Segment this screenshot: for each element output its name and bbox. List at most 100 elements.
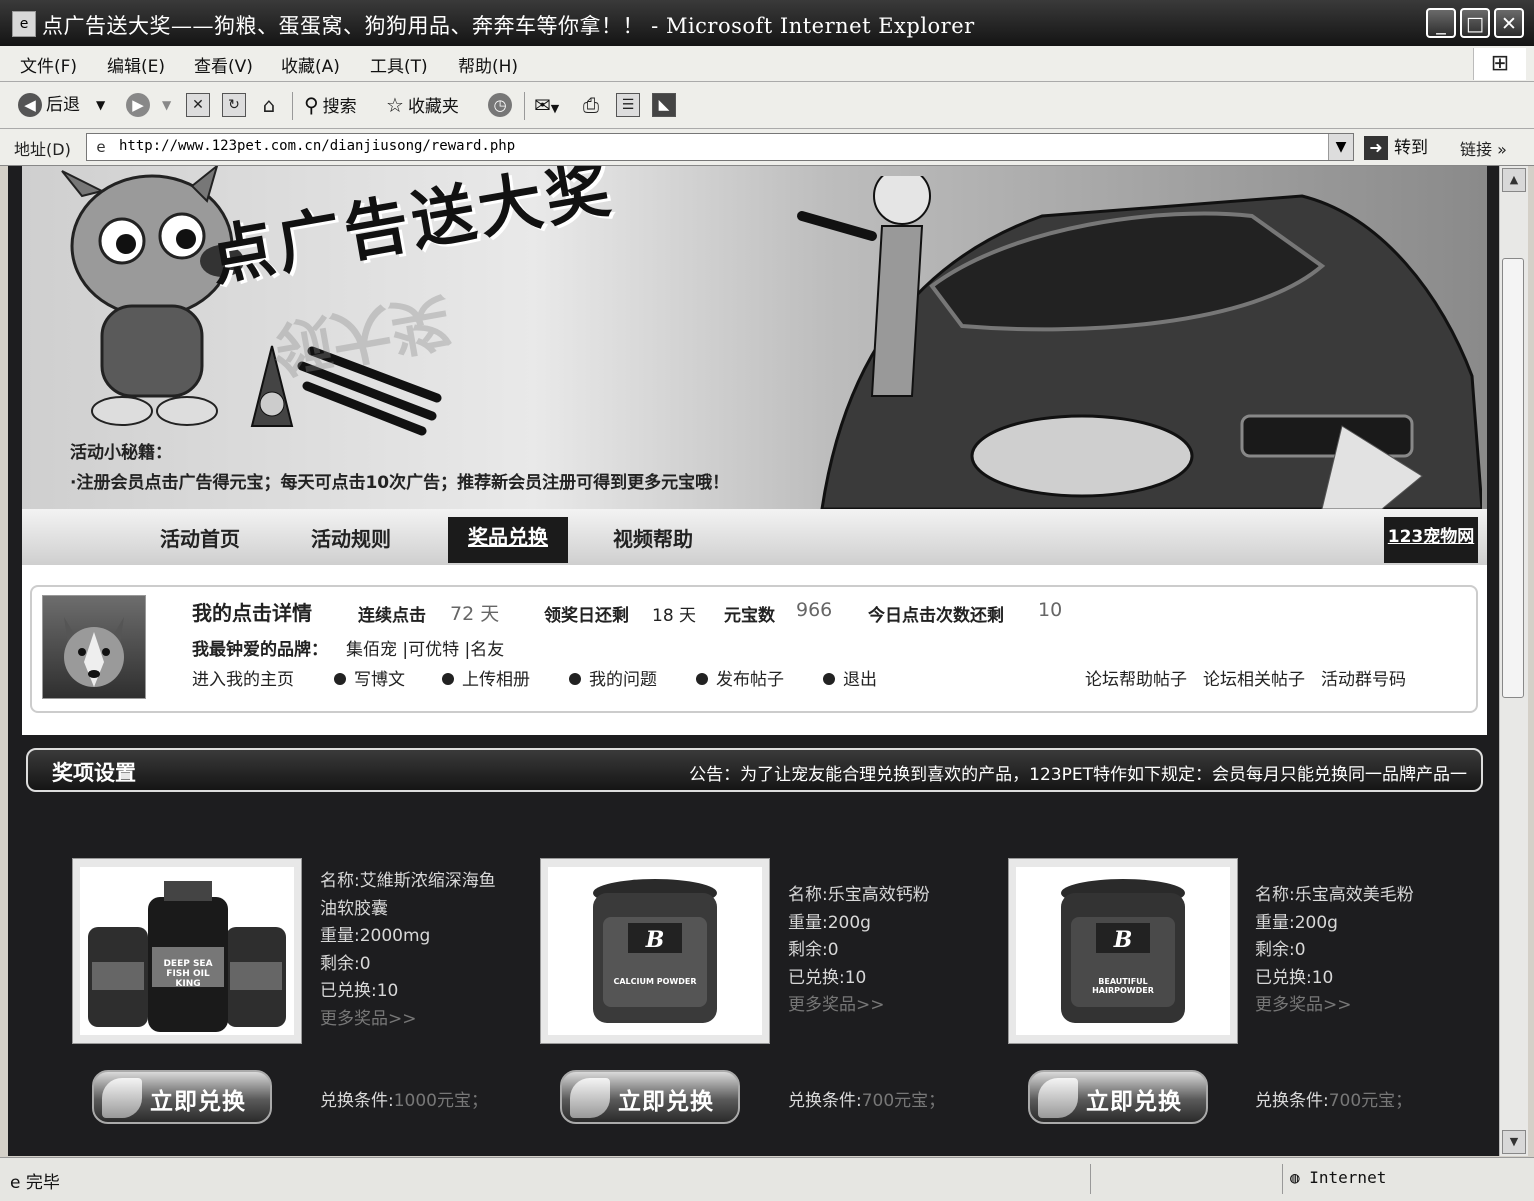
more-prizes-link[interactable]: 更多奖品>>	[320, 1006, 496, 1034]
prize-image-frame[interactable]: DEEP SEA FISH OIL KING	[72, 858, 302, 1044]
back-label: 后退	[46, 95, 80, 115]
status-done-label: 完毕	[25, 1173, 60, 1193]
refresh-icon: ↻	[222, 93, 246, 117]
nav-123pet-site[interactable]: 123宠物网	[1384, 517, 1478, 563]
menu-edit[interactable]: 编辑(E)	[107, 52, 165, 77]
go-arrow-icon: ➜	[1364, 136, 1388, 160]
globe-icon: ◍	[1290, 1168, 1310, 1187]
banner-title: 点广告送大奖	[204, 166, 620, 296]
consecutive-label: 连续点击	[358, 606, 426, 626]
scroll-up-icon[interactable]: ▲	[1502, 168, 1526, 192]
page-viewport: 点广告送大奖 领大奖 活动小秘籍： ·注册会员点击广告得元宝；每天可点击10次广…	[8, 166, 1499, 1156]
mail-button[interactable]: ✉▼	[534, 90, 559, 120]
my-questions-link[interactable]: 我的问题	[569, 665, 657, 690]
more-prizes-link[interactable]: 更多奖品>>	[788, 992, 930, 1020]
logout-link[interactable]: 退出	[823, 665, 877, 690]
address-url[interactable]: http://www.123pet.com.cn/dianjiusong/rew…	[119, 138, 515, 154]
chevron-right-icon: »	[1497, 140, 1507, 159]
condition-label: 兑换条件:	[1255, 1091, 1329, 1111]
activity-group-number-link[interactable]: 活动群号码	[1321, 665, 1406, 690]
ie-page-icon: e	[12, 11, 36, 37]
back-button[interactable]: ◀ 后退	[18, 90, 80, 120]
maximize-button[interactable]: □	[1460, 8, 1490, 38]
home-icon: ⌂	[262, 93, 276, 117]
messenger-button[interactable]: ◣	[652, 90, 676, 120]
prize-settings-header: 奖项设置 公告：为了让宠友能合理兑换到喜欢的产品，123PET特作如下规定：会员…	[26, 748, 1483, 792]
go-label: 转到	[1394, 138, 1428, 158]
favorite-brands-label: 我最钟爱的品牌：	[192, 640, 328, 660]
toolbar: ◀ 后退 ▼ ▶ ▼ ✕ ↻ ⌂ ⚲ 搜索 ☆ 收藏夹 ◷ ✉▼ ⎙ ☰ ◣	[0, 82, 1534, 129]
address-input[interactable]: e http://www.123pet.com.cn/dianjiusong/r…	[86, 133, 1354, 161]
exchange-now-label: 立即兑换	[618, 1089, 714, 1115]
links-label: 链接	[1460, 140, 1493, 159]
exchange-now-button[interactable]: 立即兑换	[1028, 1070, 1208, 1124]
avatar[interactable]	[42, 595, 146, 699]
bullet-icon	[442, 673, 454, 685]
history-button[interactable]: ◷	[488, 90, 516, 120]
menu-view[interactable]: 查看(V)	[194, 52, 253, 77]
nav-prize-exchange-label: 奖品兑换	[468, 525, 548, 549]
bullet-icon	[334, 673, 346, 685]
forward-dropdown-icon[interactable]: ▼	[162, 90, 171, 120]
title-bar: e 点广告送大奖——狗粮、蛋蛋窝、狗狗用品、奔奔车等你拿！！ - Microso…	[0, 0, 1534, 46]
exchange-now-button[interactable]: 立即兑换	[560, 1070, 740, 1124]
car-image	[797, 176, 1482, 509]
menu-help[interactable]: 帮助(H)	[458, 52, 518, 77]
consecutive-value: 72 天	[450, 603, 500, 625]
nav-activity-rules[interactable]: 活动规则	[311, 523, 391, 552]
prize-exchanged: 已兑换:10	[1255, 967, 1334, 988]
more-prizes-link[interactable]: 更多奖品>>	[1255, 992, 1414, 1020]
exchange-now-button[interactable]: 立即兑换	[92, 1070, 272, 1124]
scroll-down-icon[interactable]: ▼	[1502, 1130, 1526, 1154]
upload-album-link[interactable]: 上传相册	[442, 665, 530, 690]
post-thread-link[interactable]: 发布帖子	[696, 665, 784, 690]
bullet-icon	[569, 673, 581, 685]
close-button[interactable]: ✕	[1494, 8, 1524, 38]
prize-info: 名称:乐宝高效钙粉 重量:200g 剩余:0 已兑换:10 更多奖品>>	[788, 882, 930, 1020]
mail-icon: ✉	[534, 93, 551, 117]
minimize-button[interactable]: _	[1426, 8, 1456, 38]
home-button[interactable]: ⌂	[258, 90, 280, 120]
vertical-scrollbar[interactable]: ▲ ▼	[1499, 166, 1528, 1156]
write-blog-link[interactable]: 写博文	[334, 665, 405, 690]
forum-related-posts-link[interactable]: 论坛相关帖子	[1203, 665, 1305, 690]
go-button[interactable]: ➜ 转到	[1364, 133, 1428, 160]
logout-label: 退出	[843, 670, 877, 690]
stop-button[interactable]: ✕	[186, 90, 210, 120]
menu-favorites[interactable]: 收藏(A)	[281, 52, 340, 77]
forward-button[interactable]: ▶	[126, 90, 154, 120]
back-dropdown-icon[interactable]: ▼	[96, 90, 105, 120]
favorites-button[interactable]: ☆ 收藏夹	[386, 90, 459, 120]
search-button[interactable]: ⚲ 搜索	[304, 90, 357, 120]
prize-info: 名称:艾維斯浓缩深海鱼 油软胶囊 重量:2000mg 剩余:0 已兑换:10 更…	[320, 868, 496, 1033]
menu-file[interactable]: 文件(F)	[20, 52, 77, 77]
scroll-thumb[interactable]	[1502, 258, 1524, 698]
exchange-condition: 兑换条件:1000元宝；	[320, 1086, 488, 1111]
links-button[interactable]: 链接 »	[1460, 136, 1507, 160]
forum-help-posts-link[interactable]: 论坛帮助帖子	[1085, 665, 1187, 690]
activity-nav: 活动首页 活动规则 奖品兑换 视频帮助 123宠物网	[22, 509, 1487, 565]
nav-video-help[interactable]: 视频帮助	[613, 523, 693, 552]
svg-text:B: B	[1113, 927, 1133, 953]
prize-image-frame[interactable]: B BEAUTIFUL HAIRPOWDER	[1008, 858, 1238, 1044]
favorites-label: 收藏夹	[407, 97, 459, 117]
write-blog-label: 写博文	[354, 670, 405, 690]
address-dropdown-icon[interactable]: ▼	[1328, 134, 1353, 160]
my-homepage-link[interactable]: 进入我的主页	[192, 665, 294, 690]
prize-image-frame[interactable]: B CALCIUM POWDER	[540, 858, 770, 1044]
prize-settings-title: 奖项设置	[52, 761, 136, 785]
prize-remaining: 剩余:0	[788, 940, 839, 960]
security-zone: ◍ Internet	[1290, 1168, 1386, 1187]
print-button[interactable]: ⎙	[580, 90, 602, 120]
favorite-brands[interactable]: 集佰宠 |可优特 |名友	[346, 635, 504, 660]
menu-tools[interactable]: 工具(T)	[370, 52, 428, 77]
refresh-button[interactable]: ↻	[222, 90, 246, 120]
history-icon: ◷	[488, 93, 512, 117]
prize-weight: 重量:2000mg	[320, 926, 431, 946]
exchange-condition: 兑换条件:700元宝；	[788, 1086, 945, 1111]
prize-name-cont: 油软胶囊	[320, 898, 388, 919]
nav-prize-exchange[interactable]: 奖品兑换	[448, 517, 568, 563]
edit-button[interactable]: ☰	[616, 90, 640, 120]
fish-oil-product-image: DEEP SEA FISH OIL KING	[80, 867, 294, 1035]
nav-activity-home[interactable]: 活动首页	[160, 523, 240, 552]
